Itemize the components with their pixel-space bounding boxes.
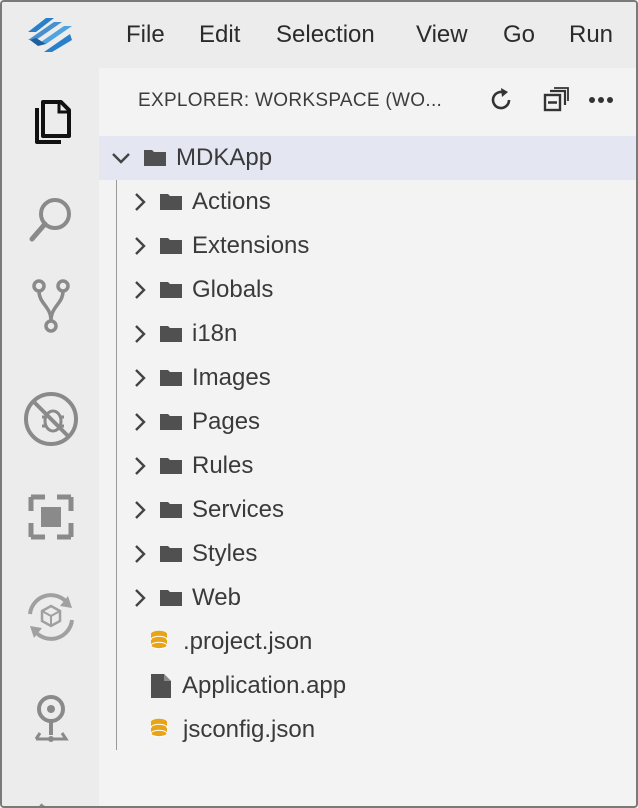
tree-folder-label: Extensions: [192, 232, 310, 259]
folder-icon: [160, 546, 182, 562]
tree-file-application-app[interactable]: Application.app: [99, 664, 636, 708]
tree-folder-label: Services: [192, 496, 285, 523]
tree-file-label: jsconfig.json: [183, 716, 316, 743]
app-window: File Edit Selection View Go Run EXPLORER…: [0, 0, 638, 808]
tree-root-label: MDKApp: [176, 144, 273, 171]
menu-file[interactable]: File: [126, 20, 165, 50]
folder-icon: [160, 458, 182, 474]
tree-folder-i18n[interactable]: i18n: [99, 312, 636, 356]
chevron-right-icon: [135, 413, 146, 431]
tree-indent-guide: [116, 180, 117, 750]
chevron-right-icon: [135, 369, 146, 387]
tree-root-mdkapp[interactable]: MDKApp: [99, 136, 636, 180]
folder-icon: [160, 326, 182, 342]
chevron-right-icon: [135, 325, 146, 343]
explorer-icon[interactable]: [20, 90, 82, 152]
sync-icon[interactable]: [20, 586, 82, 648]
tree-folder-pages[interactable]: Pages: [99, 400, 636, 444]
activity-bar: [2, 68, 99, 806]
folder-icon: [160, 590, 182, 606]
chevron-right-icon: [135, 237, 146, 255]
folder-icon: [160, 414, 182, 430]
tree-folder-label: Actions: [192, 188, 271, 215]
folder-icon: [160, 238, 182, 254]
database-icon: [150, 718, 168, 738]
tree-folder-label: Rules: [192, 452, 254, 479]
tree-file-label: Application.app: [182, 672, 347, 699]
debug-icon[interactable]: [20, 388, 82, 450]
folder-icon: [160, 502, 182, 518]
tree-folder-label: Pages: [192, 408, 261, 435]
deploy-icon[interactable]: [20, 688, 82, 750]
tree-folder-label: i18n: [192, 320, 238, 347]
folder-icon: [160, 194, 182, 210]
explorer-sidebar: EXPLORER: WORKSPACE (WO... MDKApp Action…: [99, 68, 636, 806]
app-logo-icon: [24, 14, 76, 58]
tree-folder-actions[interactable]: Actions: [99, 180, 636, 224]
file-icon: [151, 674, 171, 698]
tree-folder-label: Styles: [192, 540, 258, 567]
menu-bar: File Edit Selection View Go Run: [2, 2, 636, 68]
search-icon[interactable]: [20, 188, 82, 250]
tree-folder-extensions[interactable]: Extensions: [99, 224, 636, 268]
menu-go[interactable]: Go: [503, 20, 535, 50]
explorer-title: EXPLORER: WORKSPACE (WO...: [138, 90, 443, 111]
folder-icon: [160, 282, 182, 298]
extensions-icon[interactable]: [20, 486, 82, 548]
tree-folder-globals[interactable]: Globals: [99, 268, 636, 312]
explorer-header: EXPLORER: WORKSPACE (WO...: [99, 68, 636, 134]
chevron-right-icon: [135, 589, 146, 607]
file-tree: MDKApp Actions Extensions Globals i18n Image…: [99, 136, 636, 752]
more-icon[interactable]: [585, 84, 617, 116]
menu-selection[interactable]: Selection: [276, 20, 375, 50]
menu-view[interactable]: View: [416, 20, 468, 50]
tree-folder-label: Images: [192, 364, 271, 391]
tree-folder-label: Globals: [192, 276, 274, 303]
run-icon[interactable]: [20, 776, 82, 806]
chevron-right-icon: [135, 545, 146, 563]
menu-edit[interactable]: Edit: [199, 20, 240, 50]
tree-folder-web[interactable]: Web: [99, 576, 636, 620]
folder-icon: [160, 370, 182, 386]
collapse-all-icon[interactable]: [540, 84, 572, 116]
tree-file-project-json[interactable]: .project.json: [99, 620, 636, 664]
tree-file-label: .project.json: [183, 628, 313, 655]
tree-folder-label: Web: [192, 584, 241, 611]
chevron-right-icon: [135, 457, 146, 475]
tree-folder-images[interactable]: Images: [99, 356, 636, 400]
tree-file-jsconfig-json[interactable]: jsconfig.json: [99, 708, 636, 752]
folder-icon: [144, 150, 166, 166]
tree-folder-styles[interactable]: Styles: [99, 532, 636, 576]
chevron-right-icon: [135, 193, 146, 211]
database-icon: [150, 630, 168, 650]
menu-run[interactable]: Run: [569, 20, 613, 50]
chevron-right-icon: [135, 281, 146, 299]
source-control-icon[interactable]: [20, 275, 82, 337]
chevron-right-icon: [135, 501, 146, 519]
refresh-icon[interactable]: [485, 84, 517, 116]
tree-folder-rules[interactable]: Rules: [99, 444, 636, 488]
tree-folder-services[interactable]: Services: [99, 488, 636, 532]
chevron-down-icon: [112, 153, 130, 164]
